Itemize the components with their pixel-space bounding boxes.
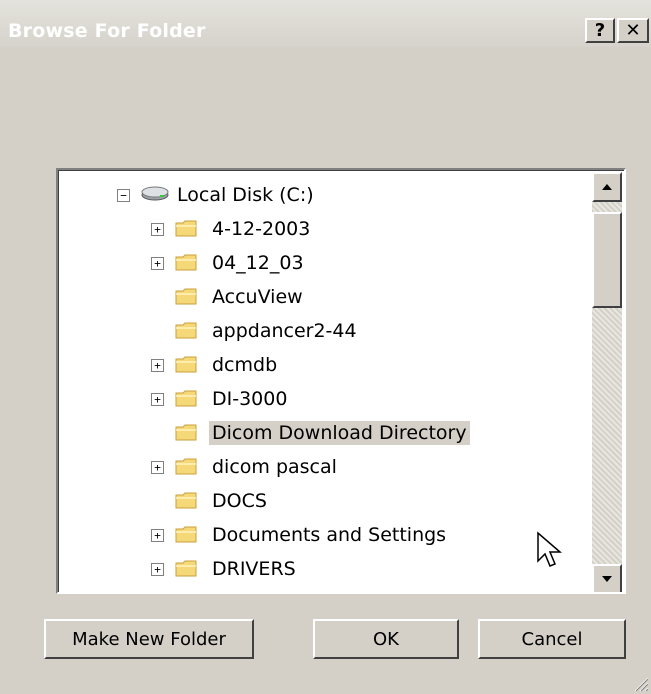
- folder-icon: [175, 559, 198, 578]
- tree-item-label: dicom pascal: [212, 456, 337, 478]
- vertical-scrollbar[interactable]: [592, 172, 622, 592]
- arrow-up-icon: [602, 184, 612, 190]
- tree-root-item[interactable]: − Local Disk (C:): [58, 178, 588, 212]
- folder-icon: [175, 287, 198, 306]
- help-icon: ?: [594, 20, 606, 41]
- tree-item-label: 4-12-2003: [212, 218, 311, 240]
- scrollbar-thumb[interactable]: [592, 212, 622, 308]
- folder-icon: [175, 219, 198, 238]
- tree-item-label: Documents and Settings: [212, 524, 447, 546]
- ok-button[interactable]: OK: [313, 619, 459, 659]
- expand-icon[interactable]: +: [151, 393, 164, 406]
- window-title: Browse For Folder: [8, 20, 206, 42]
- help-button[interactable]: ?: [585, 18, 615, 43]
- tree-item[interactable]: Dicom Download Directory: [58, 416, 588, 450]
- close-button[interactable]: ✕: [617, 18, 649, 43]
- resize-grip-icon[interactable]: [631, 674, 649, 692]
- folder-icon: [175, 525, 198, 544]
- title-bar: Browse For Folder ? ✕: [0, 0, 651, 47]
- expand-icon[interactable]: +: [151, 563, 164, 576]
- tree-item-label: appdancer2-44: [212, 320, 357, 342]
- tree-item-label: DOCS: [212, 490, 267, 512]
- tree-item-label: Local Disk (C:): [177, 184, 314, 206]
- cancel-button[interactable]: Cancel: [478, 619, 626, 659]
- tree-item[interactable]: + Documents and Settings: [58, 518, 588, 552]
- folder-icon: [175, 491, 198, 510]
- tree-item[interactable]: AccuView: [58, 280, 588, 314]
- folder-icon: [175, 253, 198, 272]
- folder-icon: [175, 593, 198, 594]
- tree-item-label: Dicom Download Directory: [209, 421, 470, 445]
- scroll-up-button[interactable]: [592, 172, 622, 202]
- tree-item[interactable]: DOCS: [58, 484, 588, 518]
- tree-item-label: 04_12_03: [212, 252, 304, 274]
- folder-icon: [175, 423, 198, 442]
- tree-item-label: DI-3000: [212, 388, 288, 410]
- tree-item[interactable]: appdancer2-44: [58, 314, 588, 348]
- collapse-icon[interactable]: −: [117, 189, 130, 202]
- expand-icon[interactable]: +: [151, 257, 164, 270]
- folder-icon: [175, 389, 198, 408]
- tree-item[interactable]: + dcmdb: [58, 348, 588, 382]
- tree-item[interactable]: + DRIVERS: [58, 552, 588, 586]
- expand-icon[interactable]: +: [151, 461, 164, 474]
- tree-item[interactable]: +4-12-2003: [58, 212, 588, 246]
- expand-icon[interactable]: +: [151, 359, 164, 372]
- tree-item[interactable]: + dicom pascal: [58, 450, 588, 484]
- folder-icon: [175, 457, 198, 476]
- close-icon: ✕: [625, 20, 641, 41]
- tree-item[interactable]: +04_12_03: [58, 246, 588, 280]
- tree-item-label: dcmdb: [212, 354, 278, 376]
- tree-item-label: AccuView: [212, 286, 303, 308]
- arrow-down-icon: [602, 576, 612, 582]
- make-new-folder-button[interactable]: Make New Folder: [44, 619, 254, 659]
- tree-item-label: DRIVERS: [212, 558, 296, 580]
- folder-icon: [175, 355, 198, 374]
- drive-icon: [140, 184, 170, 203]
- tree-item[interactable]: + DI-3000: [58, 382, 588, 416]
- scroll-down-button[interactable]: [592, 564, 622, 592]
- expand-icon[interactable]: +: [151, 529, 164, 542]
- folder-icon: [175, 321, 198, 340]
- expand-icon[interactable]: +: [151, 223, 164, 236]
- mouse-cursor-icon: [537, 531, 563, 567]
